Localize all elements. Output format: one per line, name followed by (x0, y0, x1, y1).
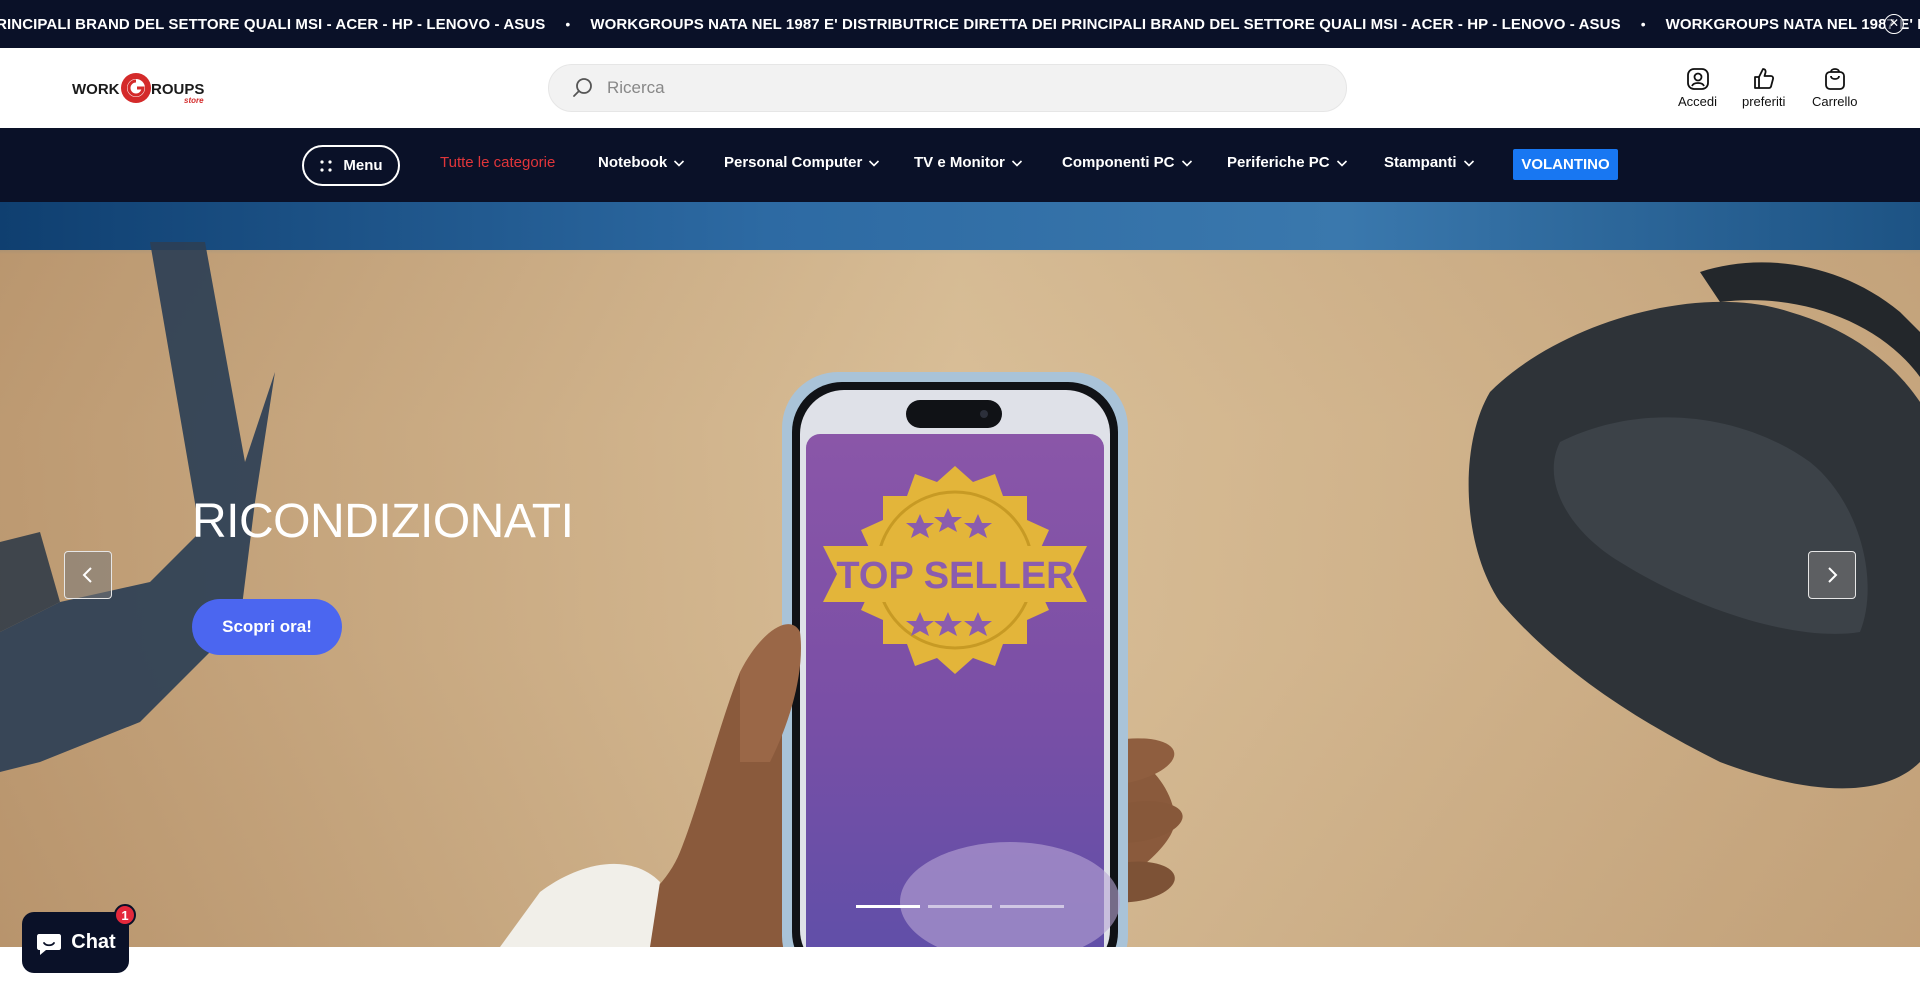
nav-item-tv-monitor[interactable]: TV e Monitor (914, 154, 1023, 171)
chevron-down-icon (1181, 159, 1192, 167)
cart-label: Carrello (1812, 94, 1858, 109)
search-bar[interactable] (548, 64, 1347, 112)
slide-dot-2[interactable] (928, 905, 992, 908)
volantino-button[interactable]: VOLANTINO (1513, 149, 1618, 180)
announcement-text: PRINCIPALI BRAND DEL SETTORE QUALI MSI -… (0, 15, 546, 33)
announcement-separator: • (565, 16, 571, 32)
nav-item-label: Tutte le categorie (440, 154, 556, 171)
announcement-separator: • (1640, 16, 1646, 32)
chevron-left-icon (82, 567, 92, 583)
hero-slideshow: TOP SELLER RICONDIZIONATI Scopri ora! (0, 202, 1920, 947)
nav-item-componenti-pc[interactable]: Componenti PC (1062, 154, 1193, 171)
chat-button[interactable]: Chat (22, 912, 129, 973)
nav-item-label: Personal Computer (724, 154, 863, 171)
search-icon (573, 78, 592, 97)
chat-notification-badge: 1 (114, 904, 136, 926)
announcement-text: WORKGROUPS NATA NEL 1987 E' DISTRIBUTRIC… (590, 15, 1621, 33)
store-logo[interactable]: WORK ROUPS store (72, 70, 208, 106)
nav-item-periferiche-pc[interactable]: Periferiche PC (1227, 154, 1348, 171)
cart-link[interactable]: Carrello (1812, 66, 1858, 109)
wishlist-label: preferiti (1742, 94, 1786, 109)
chat-bubble-icon (37, 933, 62, 955)
top-seller-badge-text: TOP SELLER (836, 555, 1073, 597)
nav-item-all-categories[interactable]: Tutte le categorie (440, 154, 555, 171)
hero-title: RICONDIZIONATI (192, 495, 574, 548)
slideshow-next-button[interactable] (1808, 551, 1856, 599)
announcement-track: PRINCIPALI BRAND DEL SETTORE QUALI MSI -… (0, 0, 1920, 48)
chevron-down-icon (1336, 159, 1347, 167)
nav-item-label: Componenti PC (1062, 154, 1175, 171)
slideshow-pagination (856, 905, 1064, 908)
search-input[interactable] (607, 78, 1307, 98)
wishlist-link[interactable]: preferiti (1742, 66, 1785, 109)
logo-image: WORK ROUPS store (72, 73, 204, 105)
announcement-text: WORKGROUPS NATA NEL 1987 E' DISTRIBUTRIC… (1665, 15, 1920, 33)
chevron-down-icon (674, 159, 685, 167)
menu-button[interactable]: Menu (302, 145, 400, 186)
nav-item-personal-computer[interactable]: Personal Computer (724, 154, 880, 171)
nav-item-label: Notebook (598, 154, 668, 171)
close-icon[interactable]: ✕ (1884, 14, 1904, 34)
nav-item-label: TV e Monitor (914, 154, 1005, 171)
account-link[interactable]: Accedi (1678, 66, 1717, 109)
svg-text:store: store (184, 96, 204, 105)
hero-cta-button[interactable]: Scopri ora! (192, 599, 342, 655)
user-icon (1686, 68, 1709, 90)
nav-item-label: Periferiche PC (1227, 154, 1330, 171)
thumbs-up-icon (1753, 68, 1774, 89)
slideshow-prev-button[interactable] (64, 551, 112, 599)
grid-dots-icon (320, 159, 333, 172)
chevron-down-icon (1463, 159, 1474, 167)
slide-dot-3[interactable] (1000, 905, 1064, 908)
announcement-bar: PRINCIPALI BRAND DEL SETTORE QUALI MSI -… (0, 0, 1920, 48)
cart-icon (1824, 68, 1845, 90)
main-nav: Menu Tutte le categorie Notebook Persona… (0, 128, 1920, 202)
chevron-down-icon (869, 159, 880, 167)
menu-label: Menu (343, 157, 383, 174)
hero-image: TOP SELLER (0, 242, 1920, 947)
chevron-down-icon (1011, 159, 1022, 167)
site-header: WORK ROUPS store Accedi preferiti (0, 48, 1920, 128)
chat-label: Chat (71, 931, 116, 953)
svg-text:WORK: WORK (72, 81, 120, 98)
nav-item-label: Stampanti (1384, 154, 1457, 171)
slide-dot-1[interactable] (856, 905, 920, 908)
account-label: Accedi (1678, 94, 1718, 109)
nav-item-notebook[interactable]: Notebook (598, 154, 685, 171)
nav-item-stampanti[interactable]: Stampanti (1384, 154, 1475, 171)
chevron-right-icon (1828, 567, 1838, 583)
